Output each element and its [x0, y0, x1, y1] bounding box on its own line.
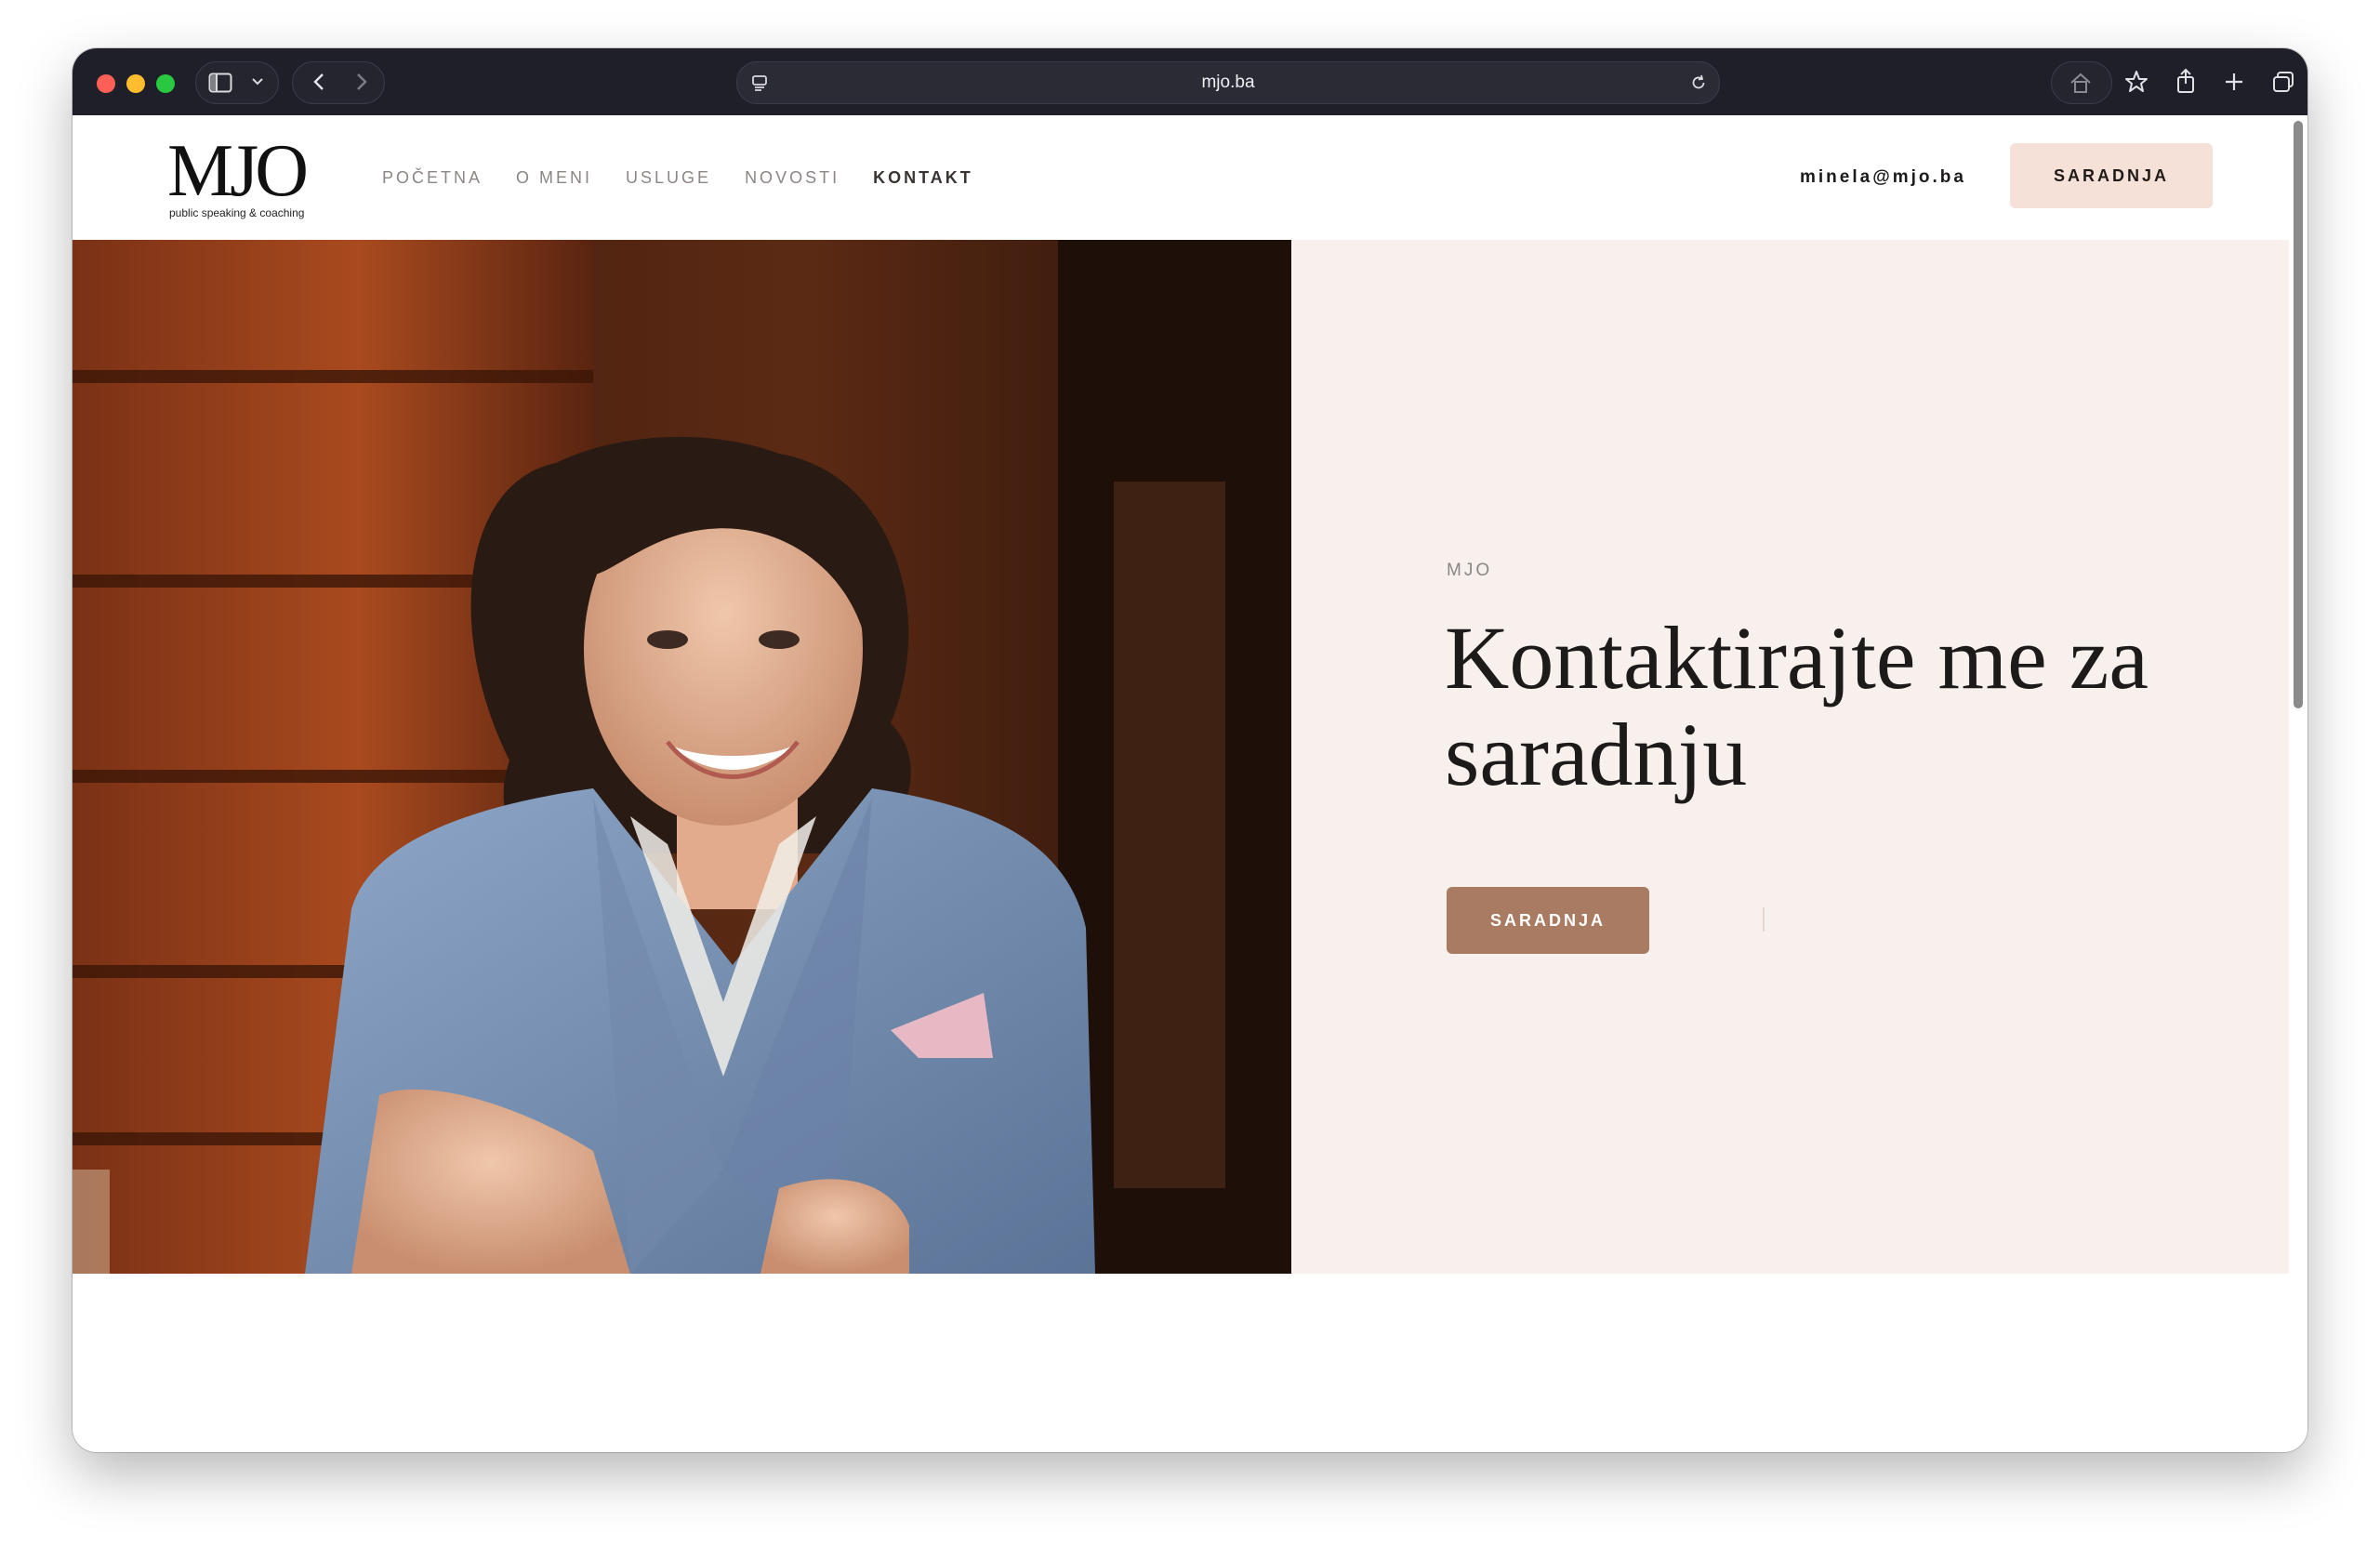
nav-item-usluge[interactable]: USLUGE [626, 168, 711, 188]
share-icon[interactable] [2174, 67, 2198, 95]
hero-eyebrow: MJO [1447, 561, 1493, 580]
nav-item-novosti[interactable]: NOVOSTI [745, 168, 840, 188]
zoom-window-button[interactable] [156, 74, 175, 93]
address-bar[interactable]: mjo.ba [736, 61, 1720, 104]
tabs-overview-icon[interactable] [2270, 70, 2296, 94]
site-logo[interactable]: MJO public speaking & coaching [167, 130, 316, 219]
scrollbar-thumb[interactable] [2294, 121, 2303, 708]
hero-headline: Kontaktirajte me za saradnju [1445, 608, 2149, 804]
nav-item-o-meni[interactable]: O MENI [516, 168, 592, 188]
close-window-button[interactable] [97, 74, 115, 93]
logo-mark: MJO [167, 130, 309, 212]
address-text[interactable]: mjo.ba [737, 62, 1719, 103]
forward-icon[interactable] [350, 71, 374, 93]
nav-item-kontakt[interactable]: KONTAKT [873, 168, 973, 188]
logo-tagline: public speaking & coaching [169, 206, 305, 219]
main-nav: POČETNA O MENI USLUGE NOVOSTI KONTAKT [382, 115, 1007, 240]
back-icon[interactable] [307, 71, 331, 93]
star-icon[interactable] [2123, 69, 2149, 95]
browser-toolbar: mjo.ba [73, 48, 2307, 115]
browser-window: mjo.ba MJO public speaking & coaching PO… [73, 48, 2307, 1452]
page-viewport: MJO public speaking & coaching POČETNA O… [73, 115, 2307, 1452]
nav-item-pocetna[interactable]: POČETNA [382, 168, 483, 188]
hero-saradnja-button[interactable]: SARADNJA [1447, 887, 1649, 954]
home-icon[interactable] [2068, 71, 2094, 95]
minimize-window-button[interactable] [126, 74, 145, 93]
divider [1763, 907, 1765, 932]
page-scrollbar[interactable] [2289, 115, 2307, 1452]
hero-photo [73, 240, 1291, 1274]
chevron-down-icon[interactable] [249, 73, 266, 91]
sidebar-toggle-icon[interactable] [208, 71, 232, 95]
hero-panel: MJO Kontaktirajte me za saradnju SARADNJ… [1291, 240, 2289, 1274]
site-header: MJO public speaking & coaching POČETNA O… [73, 115, 2289, 240]
new-tab-icon[interactable] [2222, 70, 2246, 94]
header-saradnja-button[interactable]: SARADNJA [2010, 143, 2213, 208]
reload-icon[interactable] [1687, 72, 1710, 94]
contact-email-link[interactable]: minela@mjo.ba [1800, 115, 1966, 240]
